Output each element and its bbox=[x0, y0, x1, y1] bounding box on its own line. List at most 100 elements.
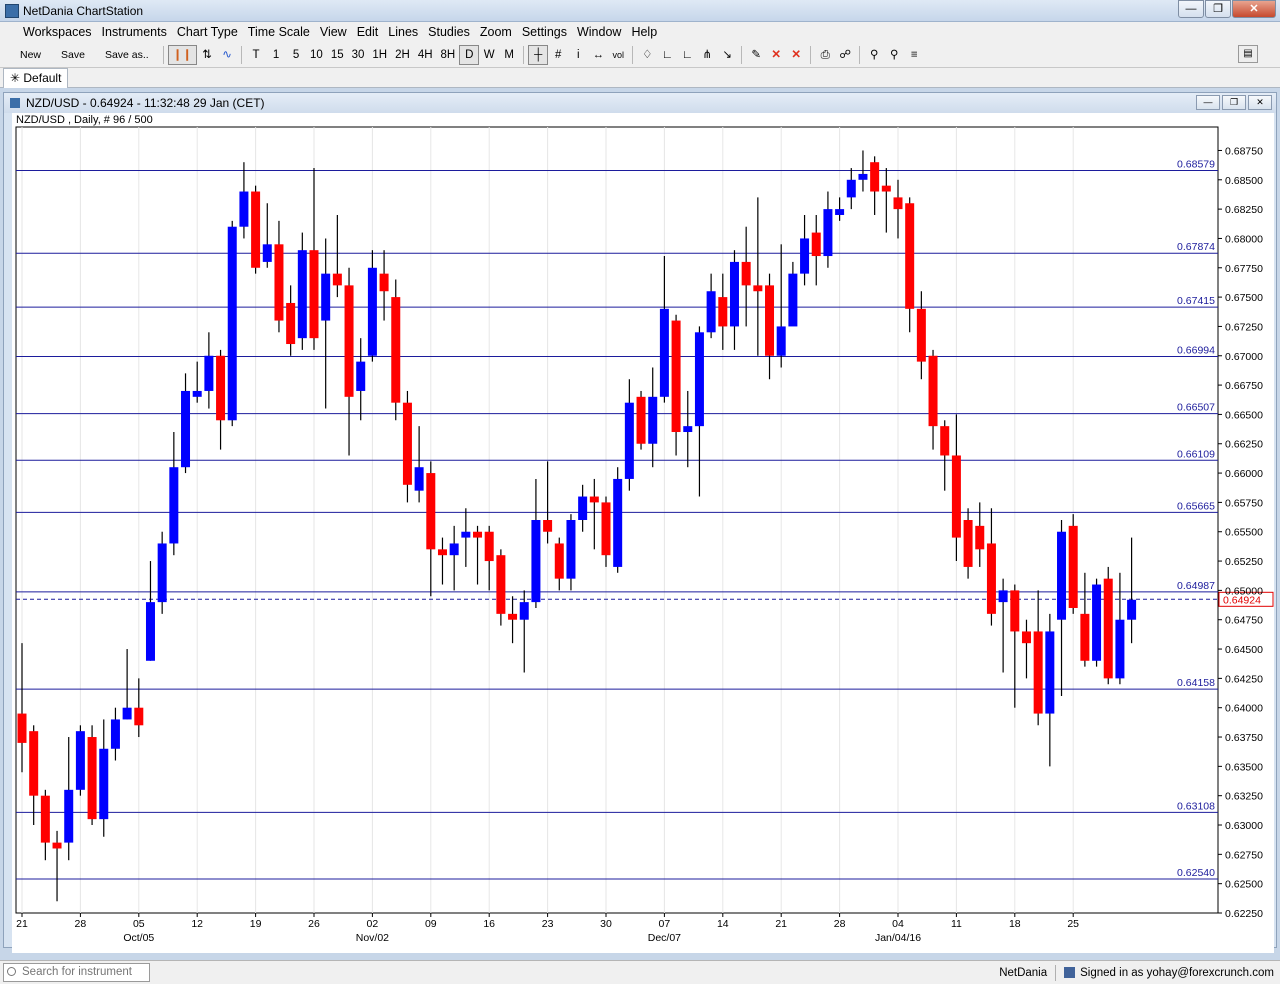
save-button[interactable]: Save bbox=[51, 45, 95, 65]
save-as-button[interactable]: Save as.. bbox=[95, 45, 159, 65]
candle-body-down bbox=[671, 320, 681, 433]
timescale-5[interactable]: 5 bbox=[286, 45, 306, 65]
menu-view[interactable]: View bbox=[315, 22, 352, 42]
candle-body-down bbox=[286, 302, 296, 345]
fibonacci-icon[interactable]: ⋔ bbox=[697, 45, 717, 65]
y-tick-label: 0.66750 bbox=[1225, 380, 1263, 392]
candle-body-up bbox=[204, 355, 214, 391]
chart-window-title: NZD/USD - 0.64924 - 11:32:48 29 Jan (CET… bbox=[26, 96, 265, 110]
new-button[interactable]: New bbox=[10, 45, 51, 65]
menu-help[interactable]: Help bbox=[626, 22, 662, 42]
timescale-2h[interactable]: 2H bbox=[391, 45, 414, 65]
timescale-1[interactable]: 1 bbox=[266, 45, 286, 65]
candle-body-up bbox=[578, 496, 588, 520]
grid-icon[interactable]: # bbox=[548, 45, 568, 65]
info-icon[interactable]: i bbox=[568, 45, 588, 65]
fit-icon[interactable]: ≡ bbox=[904, 45, 924, 65]
menu-settings[interactable]: Settings bbox=[517, 22, 572, 42]
candlestick-chart[interactable]: NZD/USD , Daily, # 96 / 500 0.68579 0.678… bbox=[12, 113, 1274, 953]
chart-minimize-button[interactable]: — bbox=[1196, 95, 1220, 110]
chart-close-button[interactable]: ✕ bbox=[1248, 95, 1272, 110]
timescale-15[interactable]: 15 bbox=[327, 45, 348, 65]
horizontal-level-label: 0.64158 bbox=[1177, 677, 1215, 689]
candle-body-up bbox=[566, 520, 576, 579]
minimize-button[interactable]: — bbox=[1178, 0, 1204, 18]
y-tick-label: 0.68750 bbox=[1225, 145, 1263, 157]
menu-zoom[interactable]: Zoom bbox=[475, 22, 517, 42]
y-tick-label: 0.67000 bbox=[1225, 351, 1263, 363]
menu-workspaces[interactable]: Workspaces bbox=[18, 22, 97, 42]
delete-line-icon[interactable]: ✕ bbox=[766, 45, 786, 65]
timescale-1h[interactable]: 1H bbox=[368, 45, 391, 65]
x-tick-label: 28 bbox=[75, 918, 87, 930]
candle-body-up bbox=[729, 261, 739, 327]
candle-body-down bbox=[332, 273, 342, 286]
timescale-4h[interactable]: 4H bbox=[414, 45, 437, 65]
bar-chart-icon[interactable]: ⇅ bbox=[197, 45, 217, 65]
candle-body-up bbox=[835, 209, 845, 215]
timescale-30[interactable]: 30 bbox=[348, 45, 369, 65]
close-button[interactable]: ✕ bbox=[1232, 0, 1276, 18]
workspace: NZD/USD - 0.64924 - 11:32:48 29 Jan (CET… bbox=[0, 88, 1280, 960]
volume-icon[interactable]: vol bbox=[608, 45, 628, 65]
crosshair-icon[interactable]: ┼ bbox=[528, 44, 549, 65]
candle-body-down bbox=[741, 261, 751, 286]
candle-body-down bbox=[134, 707, 144, 726]
menu-bar: Workspaces Instruments Chart Type Time S… bbox=[0, 22, 1280, 42]
compare-arrows-icon[interactable]: ↔ bbox=[588, 45, 608, 65]
y-tick-label: 0.68500 bbox=[1225, 175, 1263, 187]
candle-body-down bbox=[426, 473, 436, 550]
menu-lines[interactable]: Lines bbox=[383, 22, 423, 42]
timescale-m[interactable]: M bbox=[499, 45, 519, 65]
candle-body-up bbox=[145, 602, 155, 661]
x-tick-label: 21 bbox=[16, 918, 28, 930]
x-tick-label: 05 bbox=[133, 918, 145, 930]
search-input[interactable] bbox=[22, 966, 142, 978]
delete-all-icon[interactable]: ✕ bbox=[786, 45, 806, 65]
chart-window-icon bbox=[10, 98, 20, 108]
alert-bell-icon[interactable]: ♢ bbox=[637, 45, 657, 65]
print-preview-icon[interactable]: ☍ bbox=[835, 45, 855, 65]
menu-instruments[interactable]: Instruments bbox=[97, 22, 172, 42]
candle-body-down bbox=[473, 531, 483, 538]
timescale-10[interactable]: 10 bbox=[306, 45, 327, 65]
timescale-w[interactable]: W bbox=[479, 45, 499, 65]
candle-body-down bbox=[1021, 631, 1031, 644]
candle-body-down bbox=[554, 543, 564, 579]
line-chart-icon[interactable]: ∿ bbox=[217, 45, 237, 65]
zoom-in-icon[interactable]: ⚲ bbox=[864, 45, 884, 65]
chart-plot-area[interactable]: NZD/USD , Daily, # 96 / 500 0.68579 0.678… bbox=[12, 113, 1274, 953]
candle-body-up bbox=[613, 478, 623, 567]
toolbar-separator bbox=[741, 45, 743, 64]
candle-body-up bbox=[356, 361, 366, 391]
instrument-search[interactable] bbox=[3, 963, 150, 982]
timescale-d[interactable]: D bbox=[459, 44, 480, 65]
print-icon[interactable]: ⎙ bbox=[815, 45, 835, 65]
x-tick-label: 19 bbox=[250, 918, 262, 930]
timescale-8h[interactable]: 8H bbox=[437, 45, 460, 65]
ray-line-icon[interactable]: ∟ bbox=[677, 45, 697, 65]
menu-studies[interactable]: Studies bbox=[423, 22, 475, 42]
candle-body-up bbox=[694, 332, 704, 427]
timescale-t[interactable]: T bbox=[246, 45, 266, 65]
pencil-icon[interactable]: ✎ bbox=[746, 45, 766, 65]
zoom-out-icon[interactable]: ⚲ bbox=[884, 45, 904, 65]
candle-body-down bbox=[251, 191, 261, 268]
menu-time-scale[interactable]: Time Scale bbox=[243, 22, 315, 42]
menu-chart-type[interactable]: Chart Type bbox=[172, 22, 243, 42]
menu-edit[interactable]: Edit bbox=[352, 22, 384, 42]
panel-toggle-icon[interactable]: ▤ bbox=[1238, 45, 1258, 63]
candle-body-up bbox=[659, 308, 669, 397]
menu-window[interactable]: Window bbox=[572, 22, 626, 42]
trendline-icon[interactable]: ∟ bbox=[657, 45, 677, 65]
y-tick-label: 0.64250 bbox=[1225, 673, 1263, 685]
maximize-button[interactable]: ❐ bbox=[1205, 0, 1231, 18]
tab-default[interactable]: ✳ Default bbox=[3, 68, 69, 88]
arrow-tool-icon[interactable]: ↘ bbox=[717, 45, 737, 65]
candlestick-chart-icon[interactable]: ❙❙ bbox=[167, 44, 198, 65]
chart-restore-button[interactable]: ❐ bbox=[1222, 95, 1246, 110]
x-tick-label: 16 bbox=[483, 918, 495, 930]
y-tick-label: 0.68000 bbox=[1225, 233, 1263, 245]
brand-label: NetDania bbox=[999, 966, 1048, 979]
candle-body-up bbox=[321, 273, 331, 321]
